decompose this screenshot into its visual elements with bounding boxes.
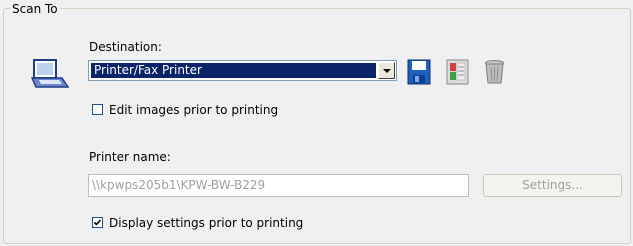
display-settings-label: Display settings prior to printing [109, 216, 304, 230]
display-settings-checkbox[interactable] [92, 217, 103, 228]
destination-select[interactable]: Printer/Fax Printer [88, 60, 397, 81]
printer-name-label: Printer name: [89, 150, 171, 164]
scanner-printer-icon [30, 58, 70, 90]
destination-selected-value: Printer/Fax Printer [91, 63, 376, 78]
edit-images-checkbox[interactable] [92, 104, 103, 115]
destination-label: Destination: [89, 40, 162, 54]
save-destination-button[interactable] [407, 58, 432, 86]
delete-destination-button[interactable] [482, 58, 507, 86]
group-title: Scan To [10, 2, 60, 16]
settings-button[interactable]: Settings... [483, 174, 622, 197]
properties-button[interactable] [445, 58, 470, 86]
printer-name-field[interactable]: \\kpwps205b1\KPW-BW-B229 [88, 174, 469, 197]
save-icon [407, 59, 432, 89]
checkmark-icon [93, 219, 102, 226]
edit-images-label: Edit images prior to printing [109, 103, 279, 117]
properties-icon [445, 59, 470, 89]
chevron-down-icon[interactable] [378, 62, 395, 79]
trash-icon [482, 60, 507, 89]
